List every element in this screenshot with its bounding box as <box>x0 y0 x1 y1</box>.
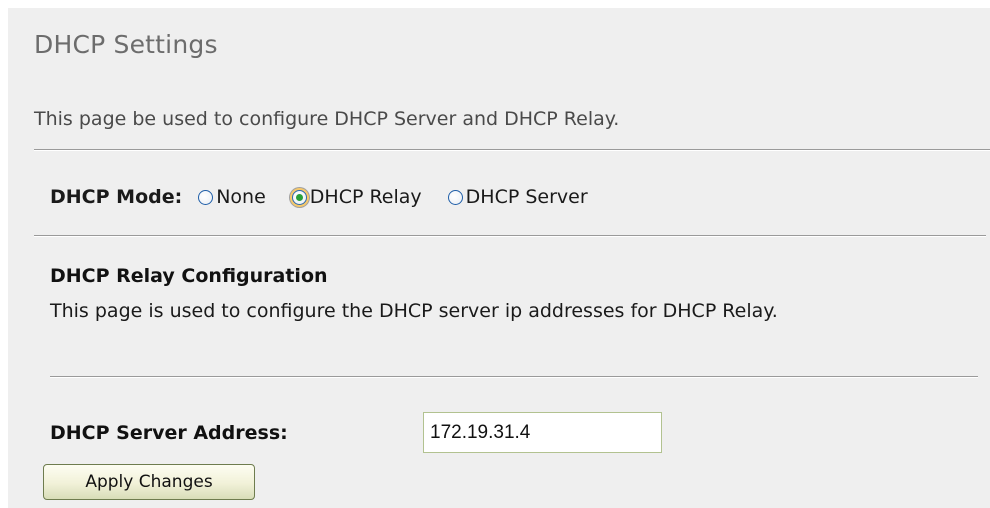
radio-dhcp-relay-label: DHCP Relay <box>309 186 422 208</box>
radio-none[interactable] <box>198 189 214 205</box>
radio-dhcp-server[interactable] <box>447 189 463 205</box>
divider <box>34 149 990 151</box>
radio-option-dhcp-relay[interactable]: DHCP Relay <box>291 186 422 208</box>
dhcp-mode-row: DHCP Mode: None DHCP Relay DHCP Server <box>50 186 614 208</box>
relay-config-title: DHCP Relay Configuration <box>50 265 328 287</box>
radio-none-label: None <box>216 186 266 208</box>
divider <box>34 235 986 237</box>
dhcp-server-address-label: DHCP Server Address: <box>50 422 288 444</box>
divider <box>50 376 978 378</box>
relay-config-description: This page is used to configure the DHCP … <box>50 300 778 322</box>
radio-dhcp-relay[interactable] <box>291 189 307 205</box>
apply-changes-button[interactable]: Apply Changes <box>43 464 255 500</box>
radio-dhcp-server-label: DHCP Server <box>465 186 588 208</box>
dhcp-mode-label: DHCP Mode: <box>50 186 183 208</box>
page-title: DHCP Settings <box>34 30 218 59</box>
radio-option-dhcp-server[interactable]: DHCP Server <box>447 186 588 208</box>
radio-option-none[interactable]: None <box>198 186 266 208</box>
settings-panel: DHCP Settings This page be used to confi… <box>8 8 990 508</box>
dhcp-server-address-input[interactable] <box>423 412 662 453</box>
page-description: This page be used to configure DHCP Serv… <box>34 108 620 130</box>
